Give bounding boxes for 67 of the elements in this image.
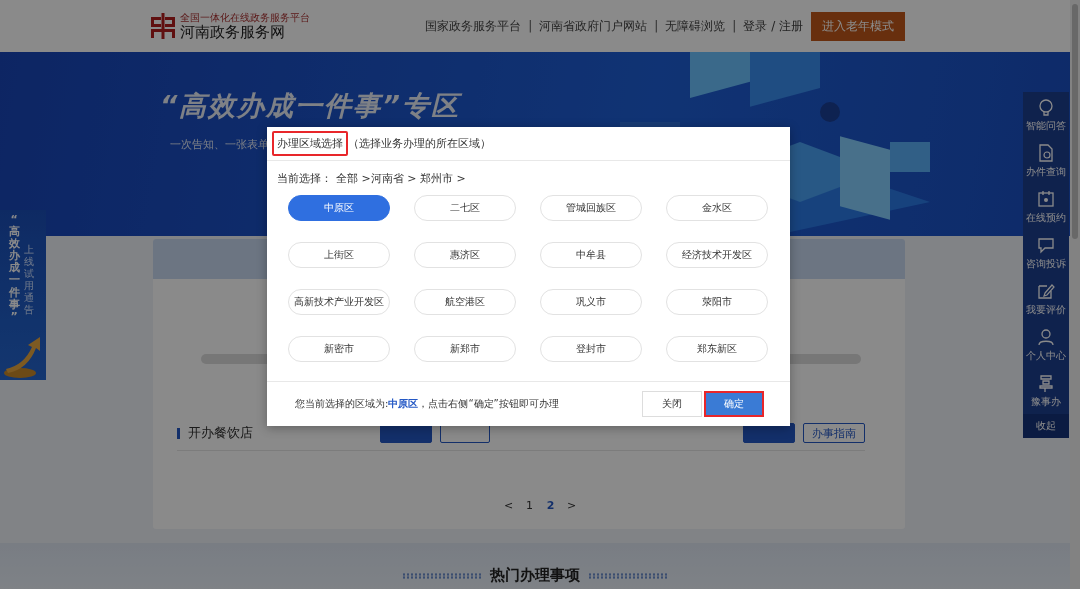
side-nav-label: 个人中心 [1026,348,1066,363]
header-link[interactable]: 河南省政府门户网站 [539,17,648,35]
logo-icon [150,13,176,39]
section-title: 热门办理事项 [490,566,580,585]
page-link[interactable]: > [561,499,582,512]
side-nav-item[interactable]: 办件查询 [1023,138,1069,184]
side-nav-item[interactable]: 个人中心 [1023,322,1069,368]
scrollbar-thumb[interactable] [1072,4,1078,239]
region-option[interactable]: 经济技术开发区 [666,242,768,268]
scrollbar[interactable] [1070,0,1080,589]
lightbulb-icon [1037,97,1055,116]
header-link[interactable]: 国家政务服务平台 [425,17,522,35]
region-option[interactable]: 新密市 [288,336,390,362]
service-title: 开办餐饮店 [188,424,254,442]
side-nav-item[interactable]: 在线预约 [1023,184,1069,230]
dialog-hint: （选择业务办理的所在区域） [348,136,491,151]
banner-subtitle: 一次告知、一张表单 [170,138,269,152]
region-option[interactable]: 航空港区 [414,289,516,315]
region-option[interactable]: 管城回族区 [540,195,642,221]
region-option[interactable]: 高新技术产业开发区 [288,289,390,315]
breadcrumb[interactable]: 全部 >河南省 > 郑州市 > [336,171,466,186]
login-link[interactable]: 登录 / 注册 [743,17,803,35]
side-nav-item[interactable]: 智能问答 [1023,92,1069,138]
page-link[interactable]: 2 [540,499,561,512]
side-nav-item[interactable]: 咨询投诉 [1023,230,1069,276]
logo-tagline: 全国一体化在线政务服务平台 [180,11,310,23]
side-nav-item[interactable]: 我要评价 [1023,276,1069,322]
calendar-icon [1037,189,1055,208]
region-option[interactable]: 二七区 [414,195,516,221]
person-icon [1037,327,1055,346]
collapse-button[interactable]: 收起 [1023,414,1069,438]
message-icon [1037,235,1055,254]
side-nav-item[interactable]: 豫事办 [1023,368,1069,414]
selection-message: 您当前选择的区域为:中原区，点击右侧“确定”按钮即可办理 [295,397,559,411]
header-link[interactable]: 无障碍浏览 [665,17,726,35]
elder-mode-button[interactable]: 进入老年模式 [811,11,905,41]
banner-title: “高效办成一件事” [8,214,20,323]
region-option[interactable]: 登封市 [540,336,642,362]
link-separator: | [654,19,659,33]
region-option[interactable]: 荥阳市 [666,289,768,315]
region-option[interactable]: 中原区 [288,195,390,221]
document-search-icon [1037,143,1055,162]
region-option[interactable]: 上街区 [288,242,390,268]
region-option[interactable]: 郑东新区 [666,336,768,362]
banner-subtitle: 上线试用通告 [23,244,35,316]
region-option[interactable]: 中牟县 [540,242,642,268]
side-nav-label: 我要评价 [1026,302,1066,317]
breadcrumb-label: 当前选择： [277,171,332,186]
confirm-button[interactable]: 确定 [704,391,764,417]
region-option[interactable]: 金水区 [666,195,768,221]
row-marker [177,427,180,439]
side-nav-label: 豫事办 [1031,394,1061,409]
region-option[interactable]: 新郑市 [414,336,516,362]
link-separator: | [732,19,737,33]
page-link[interactable]: < [498,499,519,512]
side-nav-label: 咨询投诉 [1026,256,1066,271]
page-link[interactable]: 1 [519,499,540,512]
region-option[interactable]: 巩义市 [540,289,642,315]
site-title: 河南政务服务网 [180,22,285,41]
side-nav-label: 在线预约 [1026,210,1066,225]
dialog-title: 办理区域选择 [272,131,348,156]
side-nav-label: 智能问答 [1026,118,1066,133]
guide-button[interactable]: 办事指南 [803,423,865,443]
link-separator: | [528,19,533,33]
region-option[interactable]: 惠济区 [414,242,516,268]
close-button[interactable]: 关闭 [642,391,702,417]
side-nav-label: 办件查询 [1026,164,1066,179]
